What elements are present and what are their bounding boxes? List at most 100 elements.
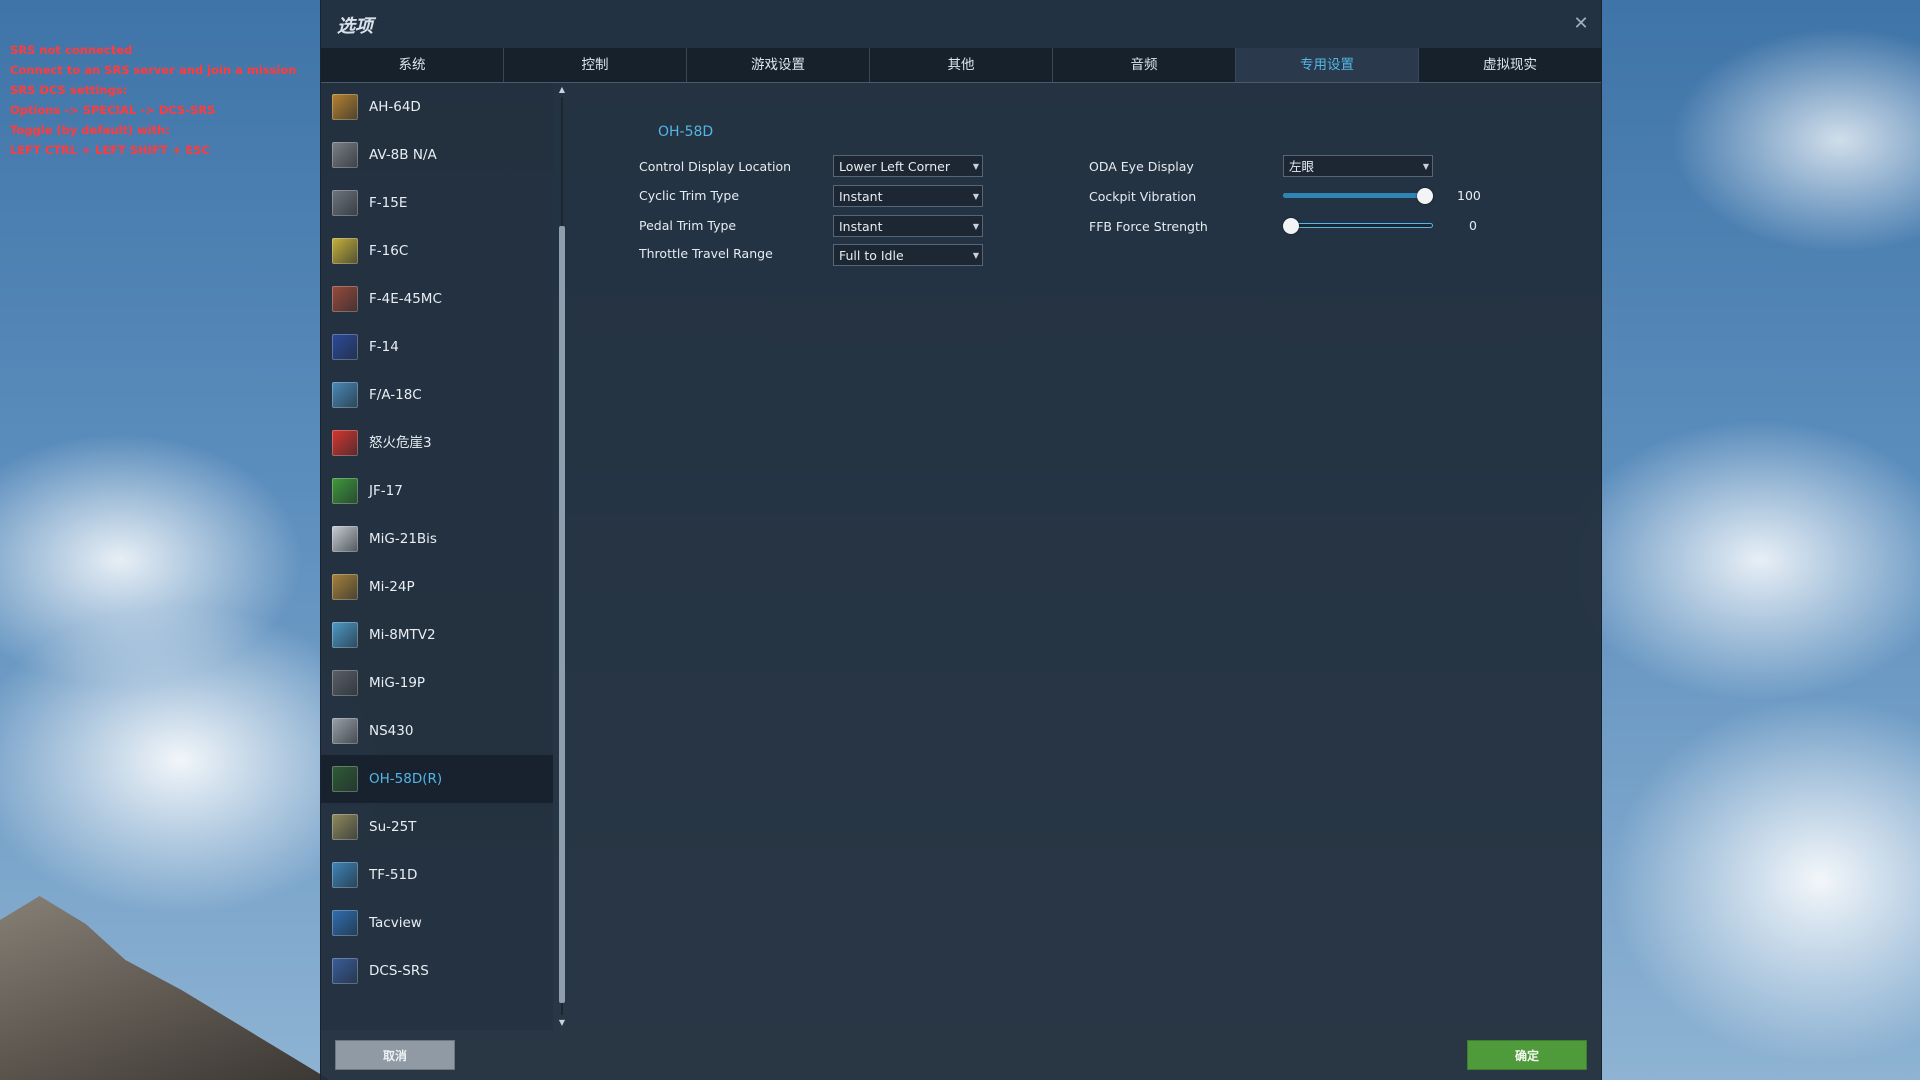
sidebar-item-label: 怒火危崖3 bbox=[369, 435, 432, 451]
slider-fill bbox=[1283, 193, 1433, 198]
dropdown-value: Lower Left Corner bbox=[839, 159, 950, 174]
sidebar-item-label: Mi-8MTV2 bbox=[369, 627, 436, 643]
tab-system[interactable]: 系统 bbox=[321, 48, 504, 82]
sidebar-item[interactable]: Mi-8MTV2 bbox=[321, 611, 553, 659]
sidebar-item-label: F/A-18C bbox=[369, 387, 422, 403]
tab-audio[interactable]: 音频 bbox=[1053, 48, 1236, 82]
control-display-location-dropdown[interactable]: Lower Left Corner ▼ bbox=[833, 155, 983, 177]
sidebar-item[interactable]: JF-17 bbox=[321, 467, 553, 515]
srs-line: SRS DCS settings: bbox=[10, 83, 128, 97]
sidebar-item-label: F-4E-45MC bbox=[369, 291, 442, 307]
tab-controls[interactable]: 控制 bbox=[504, 48, 687, 82]
sidebar-item[interactable]: MiG-21Bis bbox=[321, 515, 553, 563]
tab-vr[interactable]: 虚拟现实 bbox=[1419, 48, 1601, 82]
oda-eye-display-dropdown[interactable]: 左眼 ▼ bbox=[1283, 155, 1433, 177]
sidebar-item[interactable]: Mi-24P bbox=[321, 563, 553, 611]
dropdown-value: Instant bbox=[839, 189, 883, 204]
module-list-scrollbar[interactable]: ▲ ▼ bbox=[557, 83, 567, 1030]
slider-knob[interactable] bbox=[1283, 218, 1299, 234]
srs-line: Options -> SPECIAL -> DCS-SRS bbox=[10, 103, 216, 117]
tacview-icon bbox=[332, 910, 358, 936]
dialog-footer: 取消 确定 bbox=[321, 1030, 1601, 1080]
tab-gameplay[interactable]: 游戏设置 bbox=[687, 48, 870, 82]
chevron-down-icon: ▼ bbox=[972, 222, 979, 231]
oda-eye-display-label: ODA Eye Display bbox=[1089, 159, 1194, 174]
throttle-travel-range-dropdown[interactable]: Full to Idle ▼ bbox=[833, 244, 983, 266]
ffb-force-strength-label: FFB Force Strength bbox=[1089, 219, 1208, 234]
sidebar-item[interactable]: F-4E-45MC bbox=[321, 275, 553, 323]
sidebar-item-label: AH-64D bbox=[369, 99, 421, 115]
sidebar-item[interactable]: F/A-18C bbox=[321, 371, 553, 419]
scroll-thumb[interactable] bbox=[559, 226, 565, 1003]
f16c-icon bbox=[332, 238, 358, 264]
dialog-titlebar: 选项 ✕ bbox=[321, 0, 1601, 48]
module-title: OH-58D bbox=[658, 124, 714, 140]
mi8-icon bbox=[332, 622, 358, 648]
ffb-force-strength-value: 0 bbox=[1469, 218, 1477, 233]
sidebar-item-label: NS430 bbox=[369, 723, 414, 739]
sidebar-item[interactable]: MiG-19P bbox=[321, 659, 553, 707]
chevron-down-icon: ▼ bbox=[972, 251, 979, 260]
av8b-icon bbox=[332, 142, 358, 168]
sidebar-item[interactable]: F-16C bbox=[321, 227, 553, 275]
dropdown-value: 左眼 bbox=[1289, 159, 1315, 174]
srs-line: Toggle (by default) with: bbox=[10, 123, 170, 137]
tab-special[interactable]: 专用设置 bbox=[1236, 48, 1419, 82]
cyclic-trim-type-dropdown[interactable]: Instant ▼ bbox=[833, 185, 983, 207]
sidebar-item[interactable]: Tacview bbox=[321, 899, 553, 947]
ffb-force-strength-slider[interactable] bbox=[1283, 216, 1433, 236]
sidebar-item-label: AV-8B N/A bbox=[369, 147, 437, 163]
f14-icon bbox=[332, 334, 358, 360]
tab-misc[interactable]: 其他 bbox=[870, 48, 1053, 82]
close-icon[interactable]: ✕ bbox=[1571, 14, 1591, 34]
sidebar-item[interactable]: F-15E bbox=[321, 179, 553, 227]
sidebar-item-label: TF-51D bbox=[369, 867, 418, 883]
sidebar-item-label: Su-25T bbox=[369, 819, 417, 835]
dcs-srs-icon bbox=[332, 958, 358, 984]
chevron-down-icon: ▼ bbox=[972, 162, 979, 171]
oh58d-icon bbox=[332, 766, 358, 792]
sidebar-item[interactable]: Su-25T bbox=[321, 803, 553, 851]
srs-line: Connect to an SRS server and join a miss… bbox=[10, 63, 297, 77]
background-rock bbox=[0, 896, 330, 1080]
sidebar-item-label: F-16C bbox=[369, 243, 409, 259]
sidebar-item[interactable]: OH-58D(R) bbox=[321, 755, 553, 803]
scroll-up-icon[interactable]: ▲ bbox=[557, 85, 567, 95]
sidebar-item-label: F-14 bbox=[369, 339, 399, 355]
ok-button[interactable]: 确定 bbox=[1467, 1040, 1587, 1070]
su25t-icon bbox=[332, 814, 358, 840]
sidebar-item[interactable]: 怒火危崖3 bbox=[321, 419, 553, 467]
control-display-location-label: Control Display Location bbox=[639, 159, 792, 174]
tf51d-icon bbox=[332, 862, 358, 888]
sidebar-item-label: F-15E bbox=[369, 195, 408, 211]
ns430-icon bbox=[332, 718, 358, 744]
settings-panel: OH-58D Control Display Location Lower Le… bbox=[569, 83, 1601, 1030]
mig19-icon bbox=[332, 670, 358, 696]
sidebar-item[interactable]: AH-64D bbox=[321, 83, 553, 131]
srs-line: SRS not connected bbox=[10, 43, 133, 57]
f15e-icon bbox=[332, 190, 358, 216]
sidebar-item-label: JF-17 bbox=[369, 483, 403, 499]
sidebar-item[interactable]: AV-8B N/A bbox=[321, 131, 553, 179]
chevron-down-icon: ▼ bbox=[972, 192, 979, 201]
sidebar-item[interactable]: TF-51D bbox=[321, 851, 553, 899]
module-list: AH-64D AV-8B N/A F-15E F-16C F-4E-45MC F-14 F/… bbox=[321, 83, 553, 1030]
scroll-down-icon[interactable]: ▼ bbox=[557, 1018, 567, 1028]
f4e-icon bbox=[332, 286, 358, 312]
sidebar-item-label: Tacview bbox=[369, 915, 422, 931]
sidebar-item[interactable]: F-14 bbox=[321, 323, 553, 371]
cockpit-vibration-slider[interactable] bbox=[1283, 186, 1433, 206]
tab-bar: 系统 控制 游戏设置 其他 音频 专用设置 虚拟现实 bbox=[321, 48, 1601, 83]
sidebar-item-label: Mi-24P bbox=[369, 579, 415, 595]
throttle-travel-range-label: Throttle Travel Range bbox=[639, 246, 773, 261]
cyclic-trim-type-label: Cyclic Trim Type bbox=[639, 188, 740, 203]
sidebar-item[interactable]: DCS-SRS bbox=[321, 947, 553, 995]
slider-knob[interactable] bbox=[1417, 188, 1433, 204]
srs-line: LEFT CTRL + LEFT SHIFT + ESC bbox=[10, 143, 210, 157]
dropdown-value: Instant bbox=[839, 219, 883, 234]
mig21-icon bbox=[332, 526, 358, 552]
cancel-button[interactable]: 取消 bbox=[335, 1040, 455, 1070]
sidebar-item[interactable]: NS430 bbox=[321, 707, 553, 755]
pedal-trim-type-dropdown[interactable]: Instant ▼ bbox=[833, 215, 983, 237]
fa18c-icon bbox=[332, 382, 358, 408]
